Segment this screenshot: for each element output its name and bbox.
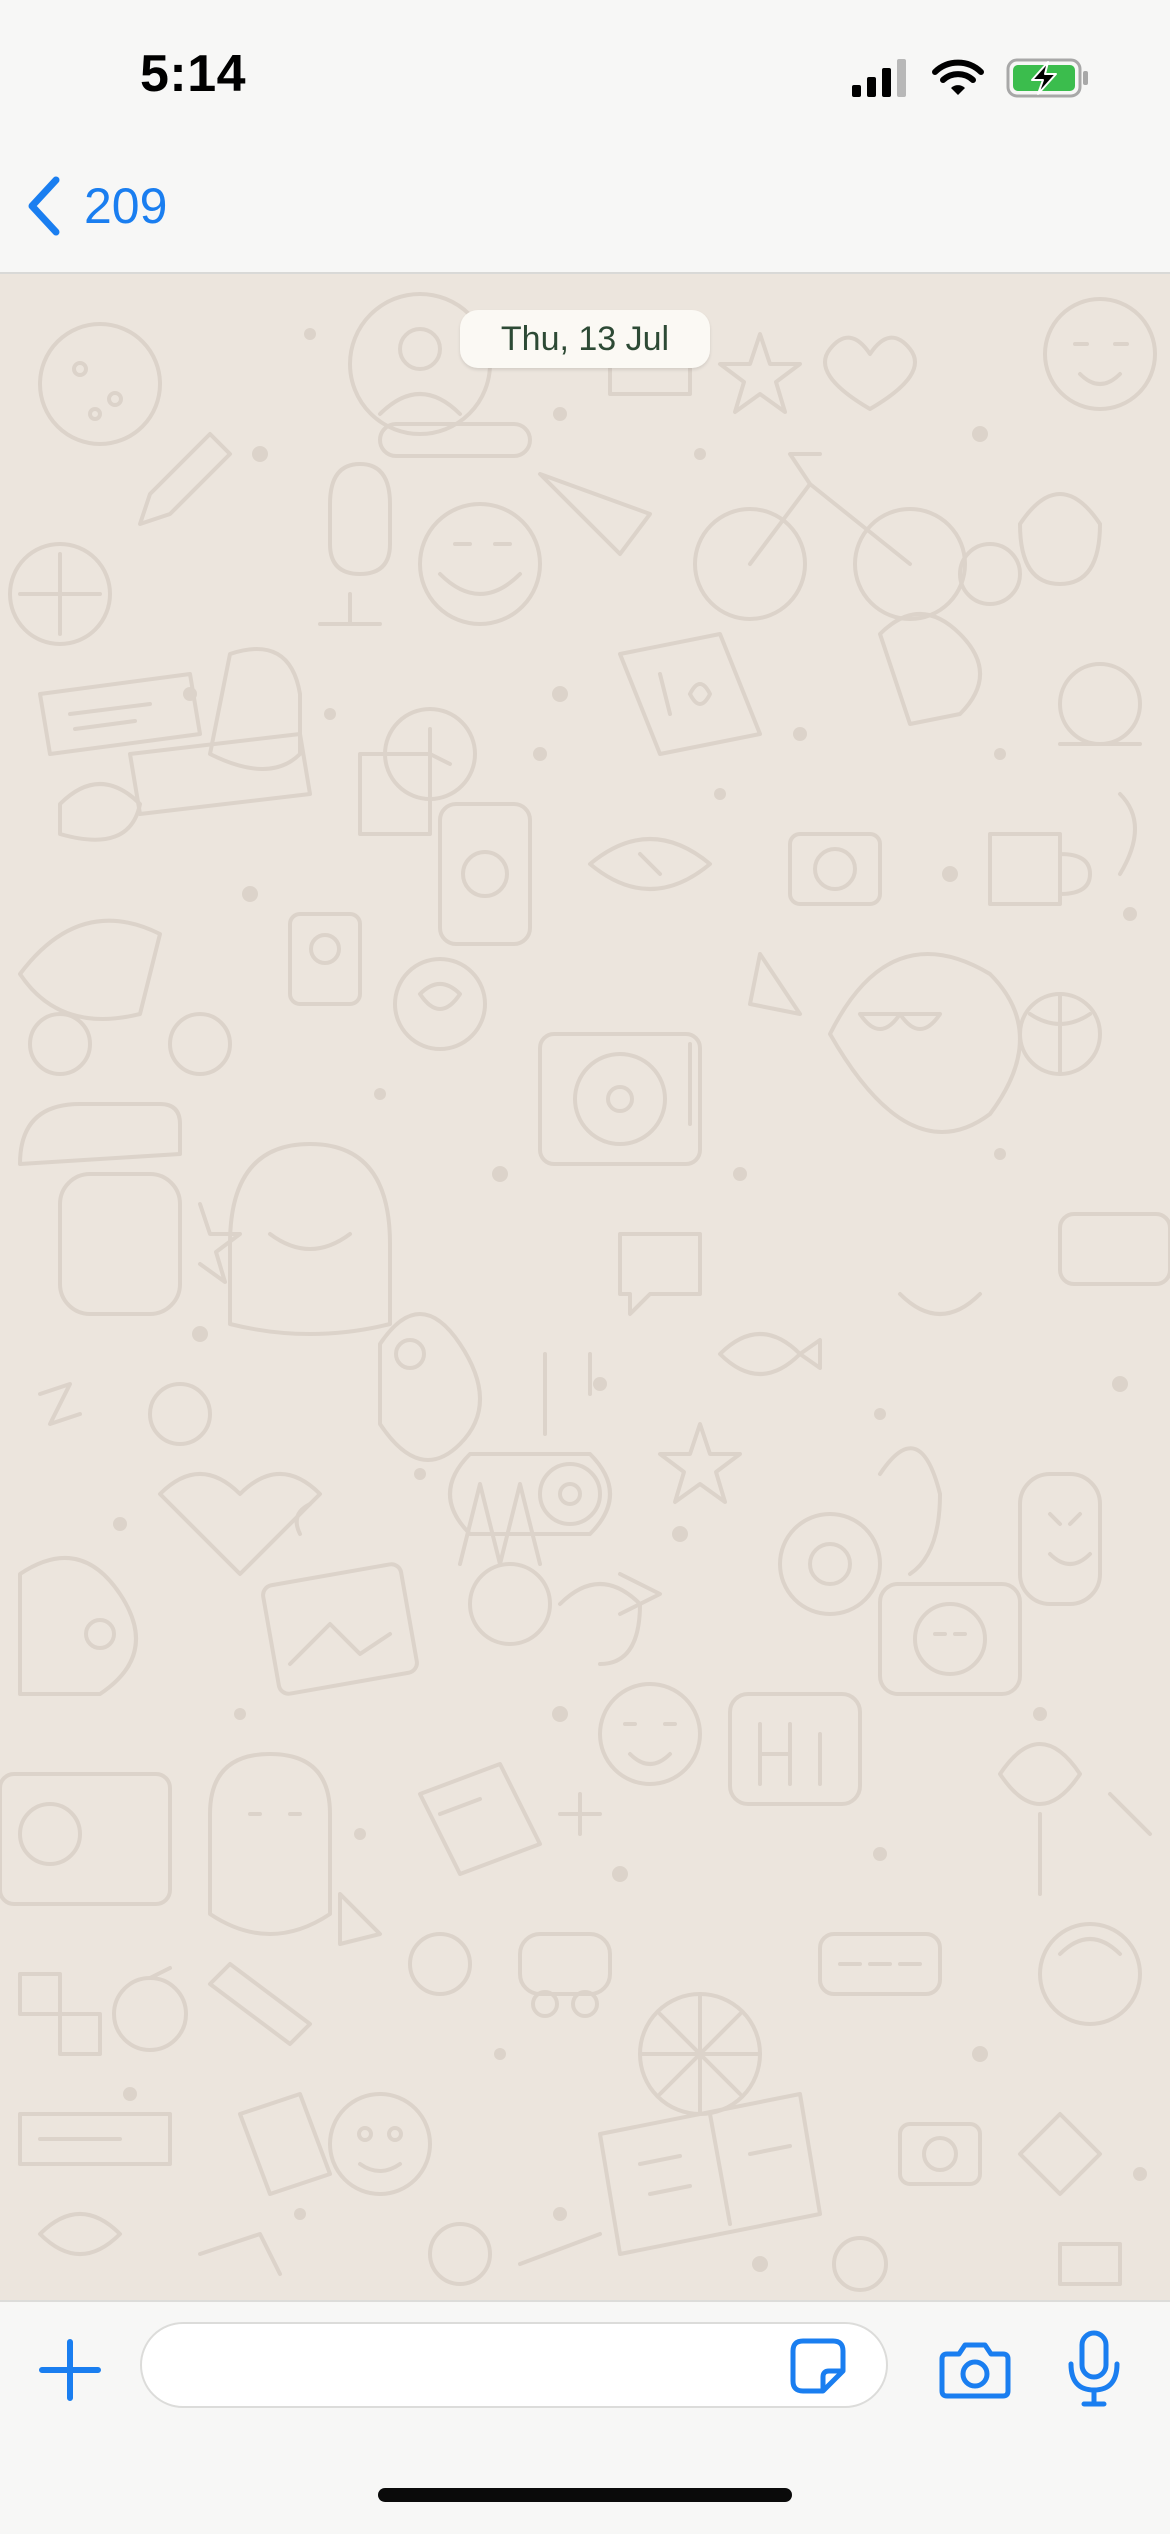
- sticker-button[interactable]: [786, 2334, 850, 2398]
- home-indicator: [378, 2488, 792, 2502]
- camera-icon: [939, 2342, 1011, 2399]
- chat-area[interactable]: Thu, 13 Jul: [0, 274, 1170, 2300]
- wifi-icon: [932, 59, 984, 95]
- signal-icon: [852, 59, 906, 97]
- chevron-left-icon: [28, 176, 60, 236]
- microphone-icon: [1068, 2330, 1120, 2407]
- sticker-icon: [790, 2338, 846, 2394]
- message-field[interactable]: [140, 2322, 888, 2408]
- back-label: 209: [84, 178, 168, 234]
- plus-icon: [39, 2339, 101, 2401]
- date-chip: Thu, 13 Jul: [460, 310, 710, 368]
- status-time: 5:14: [140, 45, 247, 103]
- status-icons: [852, 54, 1090, 102]
- status-bar: 5:14: [0, 0, 1170, 140]
- attach-button[interactable]: [30, 2330, 110, 2410]
- nav-bar: 209: [0, 140, 1170, 274]
- wallpaper-doodles: [0, 292, 1170, 2292]
- back-button[interactable]: 209: [24, 168, 167, 244]
- camera-button[interactable]: [932, 2330, 1018, 2410]
- message-input[interactable]: [172, 2324, 776, 2408]
- battery-charging-icon: [1006, 58, 1088, 98]
- voice-button[interactable]: [1054, 2324, 1134, 2414]
